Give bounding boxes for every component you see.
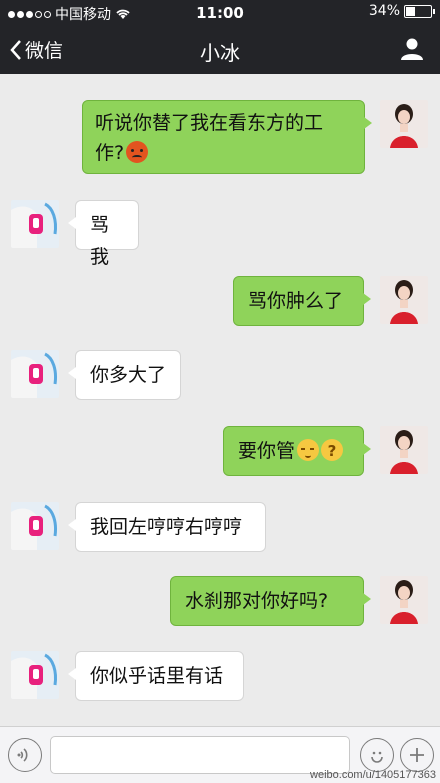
status-bar: 中国移动 11:00 34% (0, 0, 440, 26)
xiaobing-avatar[interactable] (11, 350, 59, 398)
chat-title: 小冰 (200, 41, 240, 65)
xiaobing-avatar[interactable] (11, 502, 59, 550)
message-bubble-received[interactable]: 你多大了 (68, 350, 181, 400)
battery-percent: 34% (368, 3, 400, 19)
message-bubble-received[interactable]: 骂我 (68, 200, 139, 268)
confused-face-icon (321, 435, 344, 467)
message-input[interactable] (50, 736, 350, 774)
message-text: 听说你替了我在看东方的工 (95, 112, 324, 134)
smiley-icon (371, 751, 383, 763)
person-icon (401, 38, 423, 60)
my-avatar[interactable] (380, 426, 428, 474)
message-text: 你似乎话里有话 (90, 665, 224, 687)
xiaobing-avatar[interactable] (11, 651, 59, 699)
xiaobing-avatar[interactable] (11, 200, 59, 248)
profile-button[interactable] (400, 37, 424, 65)
more-button[interactable] (400, 738, 434, 772)
chat-area[interactable]: 听说你替了我在看东方的工 作? 骂我 骂你肿么了 你多大了 要你管? 我回左哼哼… (0, 74, 440, 726)
emoji-button[interactable] (360, 738, 394, 772)
watermark: weibo.com/u/1405177363 (310, 769, 436, 781)
nav-bar: 微信 小冰 (0, 26, 440, 74)
message-text: 我回左哼哼右哼哼 (90, 516, 243, 538)
message-bubble-received[interactable]: 你似乎话里有话 (68, 651, 244, 701)
my-avatar[interactable] (380, 276, 428, 324)
message-text: 骂你肿么了 (248, 290, 344, 312)
angry-face-icon (126, 141, 149, 163)
message-bubble-received[interactable]: 我回左哼哼右哼哼 (68, 502, 266, 552)
message-text: 你多大了 (90, 364, 167, 386)
plus-icon (410, 748, 424, 762)
message-text: 作? (95, 142, 125, 164)
message-text: 水刹那对你好吗? (185, 590, 329, 612)
voice-button[interactable] (8, 738, 42, 772)
message-text: 要你管 (238, 440, 296, 462)
message-bubble-sent[interactable]: 水刹那对你好吗? (170, 576, 371, 626)
message-bubble-sent[interactable]: 听说你替了我在看东方的工 作? (82, 100, 372, 174)
message-bubble-sent[interactable]: 要你管 (223, 426, 371, 476)
shy-face-icon (297, 439, 320, 461)
voice-icon (17, 748, 28, 762)
my-avatar[interactable] (380, 576, 428, 624)
my-avatar[interactable] (380, 100, 428, 148)
message-bubble-sent[interactable]: 骂你肿么了 (233, 276, 371, 326)
message-text: 骂我 (90, 214, 110, 268)
battery-icon (404, 4, 435, 18)
